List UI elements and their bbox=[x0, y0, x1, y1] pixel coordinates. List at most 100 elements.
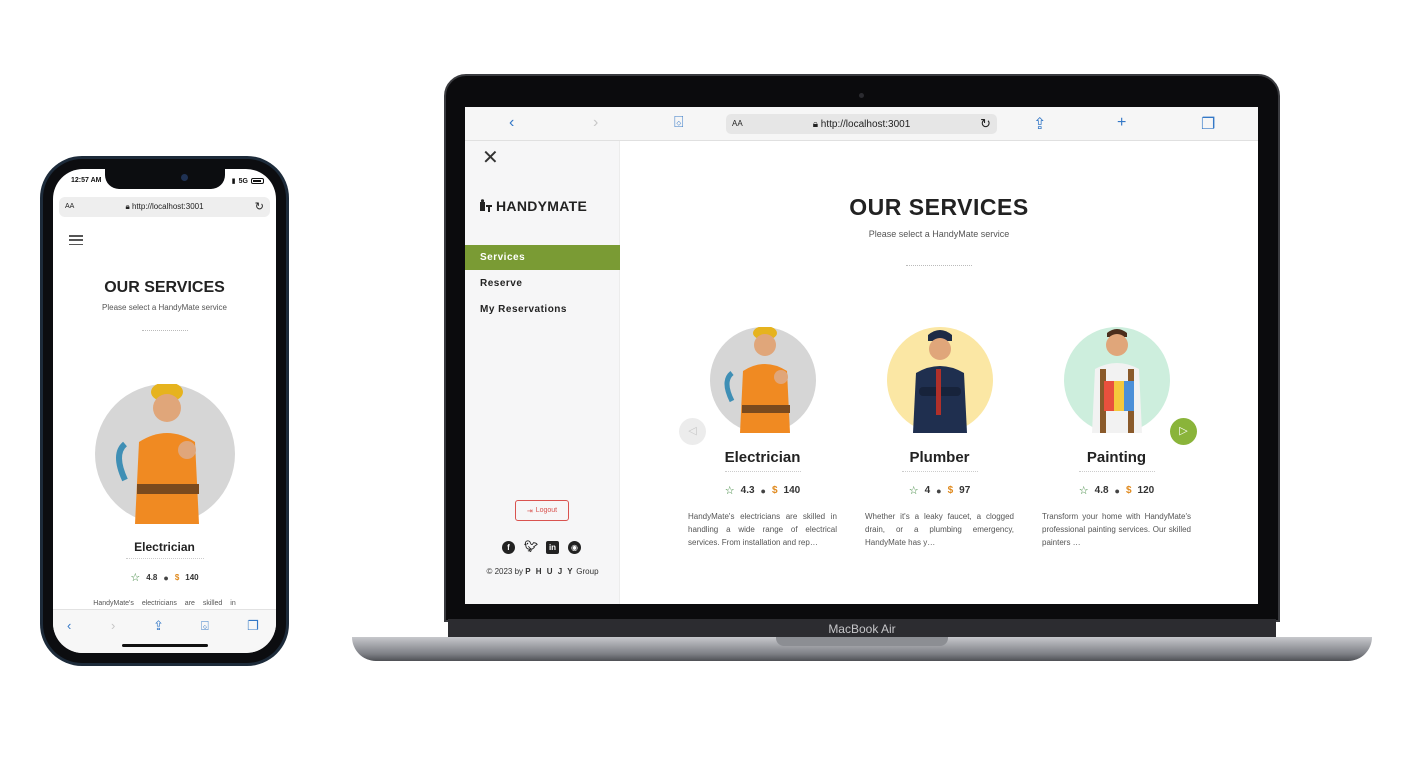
price-value: 140 bbox=[783, 485, 801, 496]
laptop-camera bbox=[859, 93, 864, 98]
chevron-left-icon[interactable]: ‹ bbox=[509, 114, 514, 132]
service-avatar[interactable] bbox=[887, 327, 993, 433]
bookmarks-icon[interactable]: ⌺ bbox=[201, 618, 209, 634]
service-card[interactable]: Painting ☆ 4.8 ● $ 120 Transform your ho… bbox=[1042, 327, 1191, 557]
twitter-icon[interactable]: 🐦︎ bbox=[524, 541, 538, 554]
brand-name: HANDYMATE bbox=[496, 198, 588, 214]
page-title: OUR SERVICES bbox=[104, 279, 225, 296]
tabs-icon[interactable]: ❐ bbox=[1201, 114, 1215, 134]
sidebar-item-services[interactable]: Services bbox=[465, 245, 620, 270]
service-name: Plumber bbox=[909, 449, 970, 466]
price-value: 97 bbox=[959, 485, 971, 496]
signal-icon: ▮ bbox=[231, 178, 236, 185]
logout-label: Logout bbox=[535, 507, 558, 514]
github-icon[interactable]: ◉ bbox=[568, 541, 581, 554]
rating-value: 4.8 bbox=[146, 573, 158, 582]
electrician-illustration bbox=[724, 326, 790, 433]
separator-dot: ● bbox=[760, 485, 766, 496]
dollar-icon: $ bbox=[1125, 485, 1132, 496]
reload-icon[interactable]: ↻ bbox=[980, 116, 991, 132]
browser-address-bar[interactable]: AA 🔒︎ http://localhost:3001 ↻ bbox=[726, 114, 997, 134]
browser-url-text[interactable]: 🔒︎ http://localhost:3001 bbox=[726, 119, 997, 130]
dollar-icon: $ bbox=[174, 573, 180, 582]
service-rating-row: ☆ 4.8 ● $ 140 bbox=[53, 571, 276, 584]
brand-logo[interactable]: HANDYMATE bbox=[479, 198, 587, 214]
share-icon[interactable]: ⇪ bbox=[1033, 114, 1046, 134]
phone-screen: 12:57 AM ▮ 5G AA 🔒︎ http://localhost:300… bbox=[53, 169, 276, 653]
service-name: Electrician bbox=[134, 540, 195, 554]
battery-icon bbox=[251, 178, 264, 184]
service-rating-row: ☆ 4.8 ● $ 120 bbox=[1042, 484, 1191, 497]
painter-illustration bbox=[1092, 329, 1142, 433]
browser-toolbar: ‹ › ⌺ AA 🔒︎ http://localhost:3001 ↻ ⇪ + … bbox=[465, 107, 1258, 141]
divider bbox=[141, 330, 188, 331]
close-icon[interactable]: ✕ bbox=[482, 145, 499, 170]
price-value: 140 bbox=[185, 573, 199, 582]
chevron-right-icon[interactable]: › bbox=[593, 114, 598, 132]
copyright-name: P H U J Y bbox=[525, 567, 575, 576]
star-icon: ☆ bbox=[1078, 485, 1089, 497]
service-name: Electrician bbox=[724, 449, 801, 466]
phone-device: 12:57 AM ▮ 5G AA 🔒︎ http://localhost:300… bbox=[40, 156, 289, 666]
tabs-icon[interactable]: ❐ bbox=[247, 618, 259, 634]
service-name: Painting bbox=[1086, 449, 1147, 466]
logout-button[interactable]: ⇥ Logout bbox=[515, 500, 569, 521]
divider bbox=[724, 471, 801, 472]
phone-url-text[interactable]: 🔒︎ http://localhost:3001 bbox=[59, 202, 270, 212]
url-value: http://localhost:3001 bbox=[131, 202, 204, 211]
phone-browser-toolbar: ‹ › ⇪ ⌺ ❐ bbox=[53, 609, 276, 653]
separator-dot: ● bbox=[936, 485, 942, 496]
star-icon: ☆ bbox=[724, 485, 735, 497]
service-description: HandyMate's electricians are skilled in … bbox=[688, 512, 837, 547]
service-description: Transform your home with HandyMate's pro… bbox=[1042, 512, 1191, 547]
hamburger-icon[interactable] bbox=[69, 235, 83, 245]
logout-icon: ⇥ bbox=[526, 507, 533, 515]
bookmarks-icon[interactable]: ⌺ bbox=[674, 114, 684, 132]
divider bbox=[1078, 471, 1155, 472]
service-card[interactable]: Plumber ☆ 4 ● $ 97 Whether it's a leaky … bbox=[865, 327, 1014, 557]
facebook-icon[interactable]: f bbox=[502, 541, 515, 554]
rating-value: 4.8 bbox=[1094, 485, 1109, 496]
status-signal: ▮ 5G bbox=[232, 177, 264, 185]
lock-icon: 🔒︎ bbox=[125, 202, 130, 211]
chevron-left-icon[interactable]: ‹ bbox=[67, 618, 71, 633]
star-icon: ☆ bbox=[130, 572, 141, 584]
chevron-right-icon[interactable]: › bbox=[111, 618, 115, 633]
service-rating-row: ☆ 4 ● $ 97 bbox=[865, 484, 1014, 497]
divider bbox=[901, 471, 978, 472]
plumber-illustration bbox=[913, 330, 967, 433]
sidebar-item-my-reservations[interactable]: My Reservations bbox=[465, 297, 620, 322]
page-subtitle: Please select a HandyMate service bbox=[102, 303, 227, 312]
service-avatar[interactable] bbox=[1064, 327, 1170, 433]
social-links: f 🐦︎ in ◉ bbox=[502, 541, 581, 554]
lock-icon: 🔒︎ bbox=[812, 119, 819, 130]
rating-value: 4 bbox=[924, 485, 931, 496]
share-icon[interactable]: ⇪ bbox=[153, 618, 164, 634]
rating-value: 4.3 bbox=[740, 485, 755, 496]
laptop-chin: MacBook Air bbox=[448, 619, 1276, 637]
phone-bezel: 12:57 AM ▮ 5G AA 🔒︎ http://localhost:300… bbox=[43, 159, 286, 663]
star-icon: ☆ bbox=[908, 485, 919, 497]
phone-address-bar[interactable]: AA 🔒︎ http://localhost:3001 ↻ bbox=[59, 197, 270, 217]
home-indicator[interactable] bbox=[121, 644, 208, 647]
service-description: Whether it's a leaky faucet, a clogged d… bbox=[865, 512, 1014, 547]
plus-icon[interactable]: + bbox=[1117, 114, 1126, 132]
linkedin-icon[interactable]: in bbox=[546, 541, 559, 554]
divider bbox=[906, 265, 972, 266]
mockup-stage: 12:57 AM ▮ 5G AA 🔒︎ http://localhost:300… bbox=[0, 0, 1408, 764]
sidebar-nav: Services Reserve My Reservations bbox=[465, 245, 620, 323]
laptop-screen: ‹ › ⌺ AA 🔒︎ http://localhost:3001 ↻ ⇪ + … bbox=[465, 107, 1258, 604]
signal-label: 5G bbox=[238, 177, 248, 185]
dollar-icon: $ bbox=[947, 485, 954, 496]
service-card[interactable]: Electrician ☆ 4.3 ● $ 140 HandyMate's el… bbox=[688, 326, 837, 557]
sidebar-item-reserve[interactable]: Reserve bbox=[465, 271, 620, 296]
reload-icon[interactable]: ↻ bbox=[255, 200, 264, 213]
divider bbox=[125, 558, 204, 559]
separator-dot: ● bbox=[163, 572, 169, 583]
sidebar: ✕ HANDYMATE Services Reserve My Reservat… bbox=[465, 141, 620, 604]
service-avatar[interactable] bbox=[95, 382, 235, 524]
status-time: 12:57 AM bbox=[71, 177, 102, 184]
main-content: OUR SERVICES Please select a HandyMate s… bbox=[620, 141, 1258, 604]
service-avatar[interactable] bbox=[710, 326, 816, 433]
price-value: 120 bbox=[1137, 485, 1155, 496]
